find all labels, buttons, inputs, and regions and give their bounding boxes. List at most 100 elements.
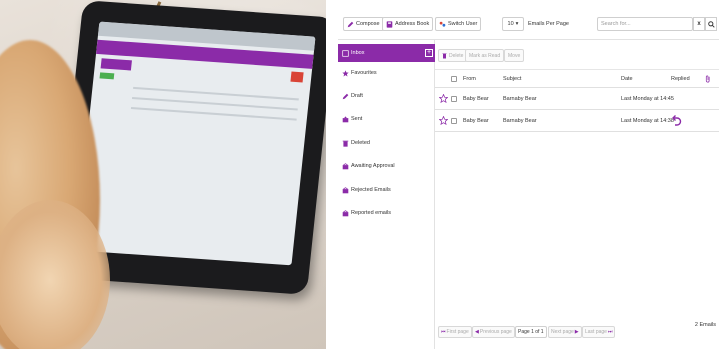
compose-label: Compose xyxy=(356,21,380,27)
next-page-label: Next page xyxy=(551,329,574,335)
paperclip-icon xyxy=(705,75,710,83)
table-header: From Subject Date Replied xyxy=(435,70,719,88)
page-info-label: Page 1 of 1 xyxy=(518,329,544,335)
delete-label: Delete xyxy=(449,52,464,59)
column-replied[interactable]: Replied xyxy=(671,76,690,82)
search-placeholder: Search for... xyxy=(601,21,631,27)
top-toolbar: Compose Address Book Switch User 10 ▾ Em… xyxy=(338,0,719,40)
first-page-button[interactable]: ⏮ First page xyxy=(438,326,472,338)
address-book-button[interactable]: Address Book xyxy=(382,17,434,31)
chevron-down-icon: ▾ xyxy=(515,21,519,27)
inbox-icon xyxy=(342,49,349,57)
sidebar-item-reported-emails[interactable]: Reported emails xyxy=(338,204,435,222)
last-page-icon: ⏭ xyxy=(607,329,613,335)
column-from[interactable]: From xyxy=(463,76,476,82)
sidebar-item-label: Sent xyxy=(351,116,363,122)
sidebar-item-label: Favourites xyxy=(351,70,377,76)
awaiting-icon xyxy=(342,162,349,169)
tablet-screen xyxy=(75,21,316,266)
previous-page-button[interactable]: ◀ Previous page xyxy=(472,326,515,338)
sidebar-item-rejected-emails[interactable]: Rejected Emails xyxy=(338,181,435,199)
mark-as-read-label: Mark as Read xyxy=(469,52,501,59)
address-book-icon xyxy=(386,20,393,28)
search-input[interactable]: Search for... xyxy=(597,17,693,31)
sidebar-item-label: Draft xyxy=(351,93,363,99)
tablet-green-button xyxy=(99,72,115,80)
move-label: Move xyxy=(508,52,521,59)
sidebar-item-label: Awaiting Approval xyxy=(351,163,395,169)
row-subject: Barnaby Bear xyxy=(503,95,537,102)
first-page-label: First page xyxy=(446,329,469,335)
row-from: Baby Bear xyxy=(463,117,489,124)
plus-icon: + xyxy=(426,49,432,56)
sidebar-item-sent[interactable]: Sent xyxy=(338,110,435,128)
switch-user-button[interactable]: Switch User xyxy=(435,17,482,31)
last-page-label: Last page xyxy=(585,329,607,335)
message-list-panel: Delete Mark as Read Move From Subject Da… xyxy=(435,40,719,349)
sidebar-item-label: Rejected Emails xyxy=(351,187,391,193)
table-row[interactable]: Baby Bear Barnaby Bear Last Monday at 14… xyxy=(435,110,719,132)
next-page-button[interactable]: Next page ▶ xyxy=(548,326,582,338)
delete-button[interactable]: Delete xyxy=(438,49,468,62)
search-icon xyxy=(707,20,715,28)
row-date: Last Monday at 14:38 xyxy=(621,117,674,124)
pencil-icon xyxy=(347,21,354,27)
photo-child-using-tablet xyxy=(0,0,326,349)
star-icon[interactable] xyxy=(439,94,448,103)
screenshot-root: Compose Address Book Switch User 10 ▾ Em… xyxy=(0,0,719,349)
first-page-icon: ⏮ xyxy=(441,329,446,335)
row-date: Last Monday at 14:45 xyxy=(621,95,674,102)
sidebar-item-label: Reported emails xyxy=(351,210,392,216)
emails-per-page-select[interactable]: 10 ▾ xyxy=(502,17,524,31)
previous-page-label: Previous page xyxy=(479,329,512,335)
folder-sidebar: Inbox + Favourites Draft Sent Deleted Aw… xyxy=(338,40,435,349)
tablet-row xyxy=(130,107,297,121)
table-row[interactable]: Baby Bear Barnaby Bear Last Monday at 14… xyxy=(435,88,719,110)
previous-page-icon: ◀ xyxy=(475,329,479,335)
row-subject: Barnaby Bear xyxy=(503,117,537,124)
email-count: 2 Emails xyxy=(694,322,716,328)
tablet-sidebar-item xyxy=(100,58,132,71)
sidebar-item-deleted[interactable]: Deleted xyxy=(338,134,435,152)
tablet-red-button xyxy=(290,71,304,83)
page-info: Page 1 of 1 xyxy=(515,326,547,338)
add-folder-button[interactable]: + xyxy=(425,49,433,57)
sidebar-item-draft[interactable]: Draft xyxy=(338,87,435,105)
per-page-label: Emails Per Page xyxy=(528,21,569,27)
search-clear-button[interactable]: x xyxy=(693,17,705,31)
sidebar-item-favourites[interactable]: Favourites xyxy=(338,64,435,82)
column-date[interactable]: Date xyxy=(621,76,633,82)
pagination-bar: ⏮ First page ◀ Previous page Page 1 of 1… xyxy=(435,322,719,342)
column-subject[interactable]: Subject xyxy=(503,76,521,82)
sidebar-item-label: Inbox xyxy=(351,50,365,56)
search-button[interactable] xyxy=(705,17,717,31)
row-checkbox[interactable] xyxy=(451,118,457,124)
close-icon: x xyxy=(697,21,701,27)
row-checkbox[interactable] xyxy=(451,96,457,102)
select-all-checkbox[interactable] xyxy=(451,76,457,82)
mark-as-read-button[interactable]: Mark as Read xyxy=(465,49,505,62)
rejected-icon xyxy=(342,186,349,193)
trash-icon xyxy=(342,140,349,147)
move-button[interactable]: Move xyxy=(504,49,525,62)
star-icon xyxy=(342,69,349,76)
per-page-value: 10 xyxy=(507,21,514,27)
message-actions-bar: Delete Mark as Read Move xyxy=(435,40,719,70)
switch-user-icon xyxy=(439,21,446,27)
pencil-icon xyxy=(342,93,349,99)
sidebar-item-label: Deleted xyxy=(351,140,370,146)
next-page-icon: ▶ xyxy=(574,329,579,335)
trash-icon xyxy=(442,53,447,58)
address-book-label: Address Book xyxy=(395,21,430,27)
compose-button[interactable]: Compose xyxy=(343,17,384,31)
row-from: Baby Bear xyxy=(463,95,489,102)
reply-icon xyxy=(672,115,682,126)
last-page-button[interactable]: Last page ⏭ xyxy=(582,326,616,338)
sidebar-item-inbox[interactable]: Inbox + xyxy=(338,44,435,62)
sidebar-item-awaiting-approval[interactable]: Awaiting Approval xyxy=(338,157,435,175)
switch-user-label: Switch User xyxy=(448,21,478,27)
reported-icon xyxy=(342,209,349,216)
star-icon[interactable] xyxy=(439,116,448,125)
sent-icon xyxy=(342,115,349,122)
email-app: Compose Address Book Switch User 10 ▾ Em… xyxy=(338,0,719,349)
